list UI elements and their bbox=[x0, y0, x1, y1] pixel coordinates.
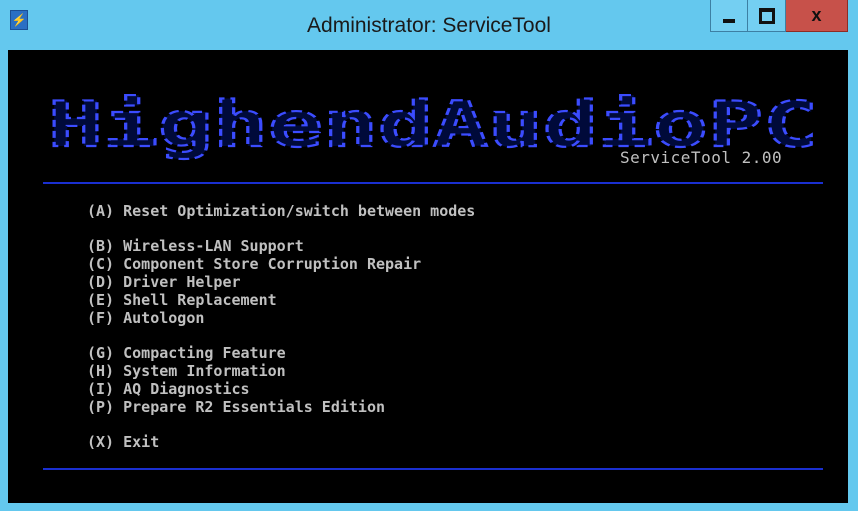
close-icon: x bbox=[811, 5, 822, 25]
console-window: ⚡ Administrator: ServiceTool x HighendAu… bbox=[0, 0, 858, 511]
minimize-icon bbox=[723, 18, 735, 23]
menu-option[interactable]: (E) Shell Replacement bbox=[87, 291, 475, 309]
top-divider bbox=[43, 182, 823, 184]
menu-option[interactable]: (F) Autologon bbox=[87, 309, 475, 327]
menu-option[interactable]: (C) Component Store Corruption Repair bbox=[87, 255, 475, 273]
bottom-divider bbox=[43, 468, 823, 470]
menu-option[interactable]: (G) Compacting Feature bbox=[87, 344, 475, 362]
menu-option[interactable]: (D) Driver Helper bbox=[87, 273, 475, 291]
maximize-icon bbox=[758, 7, 775, 24]
menu-group-gap bbox=[87, 327, 475, 344]
menu-option[interactable]: (I) AQ Diagnostics bbox=[87, 380, 475, 398]
close-button[interactable]: x bbox=[786, 0, 848, 32]
menu-option[interactable]: (X) Exit bbox=[87, 433, 475, 451]
menu-option[interactable]: (A) Reset Optimization/switch between mo… bbox=[87, 202, 475, 220]
service-menu: (A) Reset Optimization/switch between mo… bbox=[87, 202, 475, 451]
menu-option[interactable]: (H) System Information bbox=[87, 362, 475, 380]
menu-group-gap bbox=[87, 416, 475, 433]
menu-option[interactable]: (P) Prepare R2 Essentials Edition bbox=[87, 398, 475, 416]
console-area[interactable]: HighendAudioPC ServiceTool 2.00 (A) Rese… bbox=[8, 50, 848, 503]
menu-option[interactable]: (B) Wireless-LAN Support bbox=[87, 237, 475, 255]
menu-group-gap bbox=[87, 220, 475, 237]
title-bar[interactable]: ⚡ Administrator: ServiceTool x bbox=[0, 0, 858, 50]
minimize-button[interactable] bbox=[710, 0, 748, 32]
maximize-button[interactable] bbox=[748, 0, 786, 32]
version-label: ServiceTool 2.00 bbox=[620, 148, 783, 167]
